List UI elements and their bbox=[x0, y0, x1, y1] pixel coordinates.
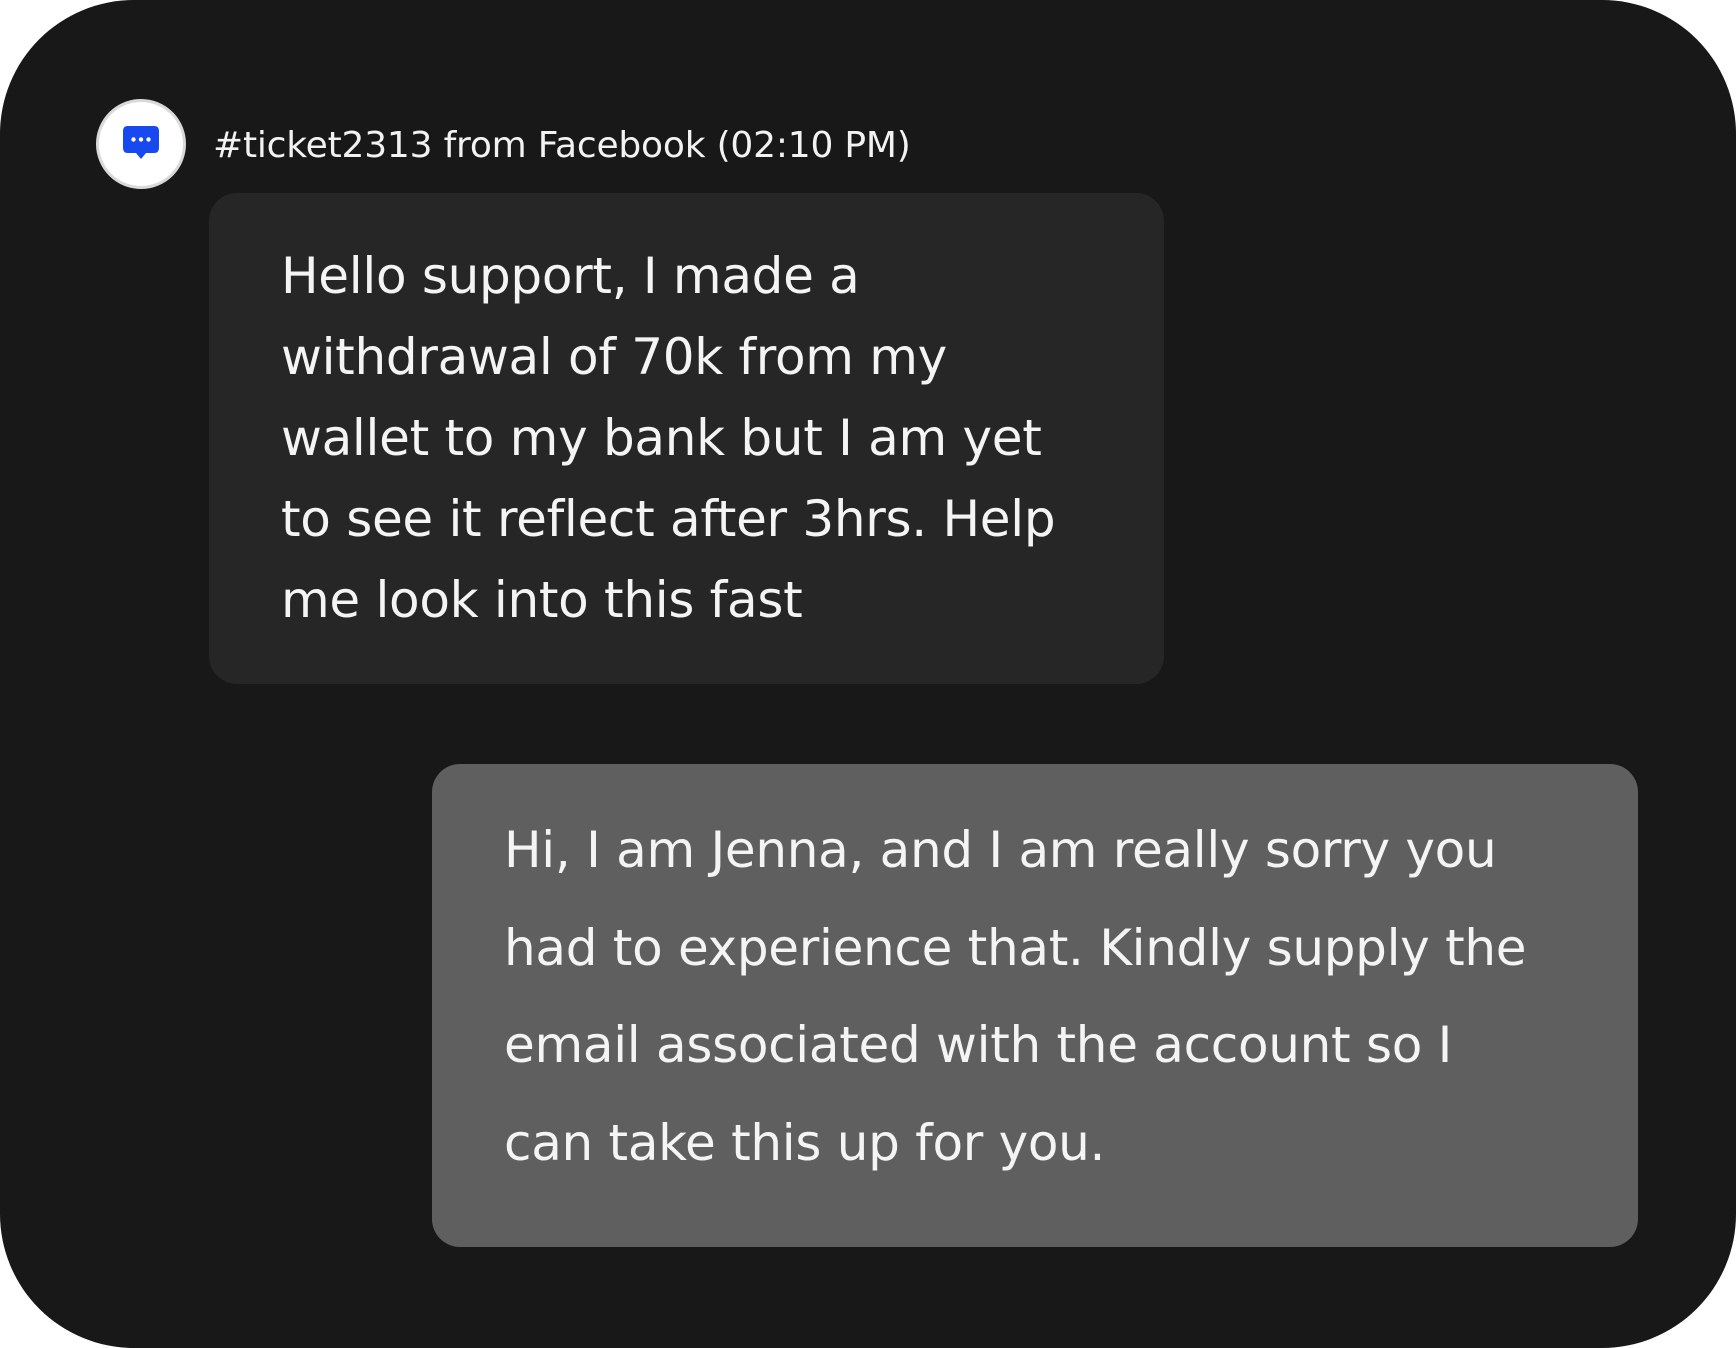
incoming-message-line: wallet to my bank but I am yet bbox=[281, 409, 1042, 467]
outgoing-message-line: can take this up for you. bbox=[504, 1113, 1106, 1172]
incoming-message-line: Hello support, I made a bbox=[281, 247, 860, 305]
incoming-message-bubble: Hello support, I made a withdrawal of 70… bbox=[209, 193, 1164, 684]
incoming-message-line: withdrawal of 70k from my bbox=[281, 328, 947, 386]
channel-avatar bbox=[96, 99, 186, 189]
outgoing-message-line: Hi, I am Jenna, and I am really sorry yo… bbox=[504, 821, 1497, 879]
outgoing-message-line: email associated with the account so I bbox=[504, 1016, 1453, 1074]
incoming-message-line: me look into this fast bbox=[281, 571, 803, 629]
chat-bubble-icon bbox=[123, 126, 159, 159]
outgoing-message-bubble: Hi, I am Jenna, and I am really sorry yo… bbox=[432, 764, 1638, 1247]
chat-card: #ticket2313 from Facebook (02:10 PM) Hel… bbox=[0, 0, 1736, 1348]
ticket-header: #ticket2313 from Facebook (02:10 PM) bbox=[213, 125, 911, 166]
incoming-message-line: to see it reflect after 3hrs. Help bbox=[281, 490, 1056, 548]
outgoing-message-line: had to experience that. Kindly supply th… bbox=[504, 918, 1527, 977]
